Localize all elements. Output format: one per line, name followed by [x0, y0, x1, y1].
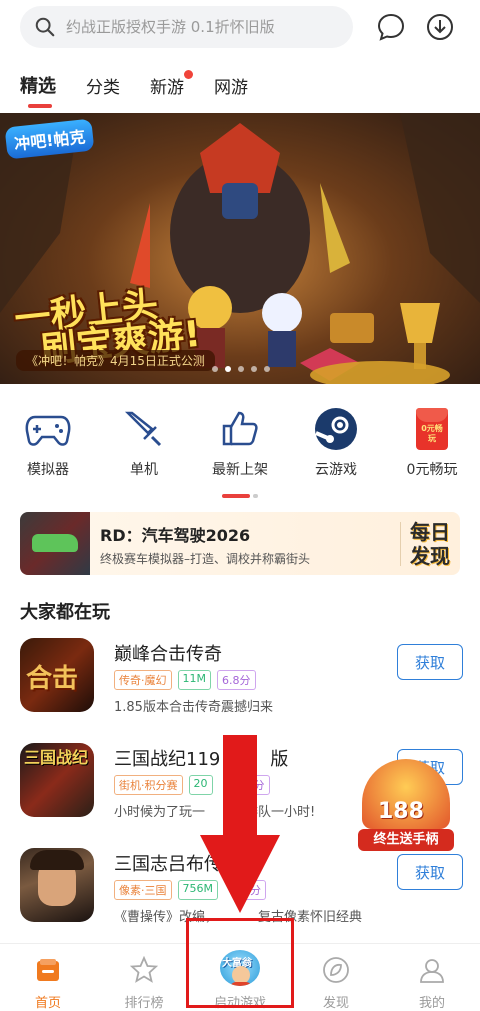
- nav-home[interactable]: 首页: [0, 944, 96, 1011]
- highlight-box-annotation: [186, 918, 294, 1008]
- floating-ad[interactable]: 188 终生送手柄: [358, 755, 454, 851]
- tab-new-games[interactable]: 新游: [150, 70, 193, 98]
- quick-link-label: 0元畅玩: [406, 462, 458, 478]
- nav-profile[interactable]: 我的: [384, 944, 480, 1011]
- red-envelope-icon: 0元畅玩: [416, 408, 448, 450]
- get-button[interactable]: 获取: [397, 854, 463, 890]
- download-icon[interactable]: [425, 12, 455, 42]
- user-icon: [420, 959, 444, 983]
- gamepad-icon: [25, 415, 71, 446]
- quick-link-label: 云游戏: [315, 462, 357, 478]
- nav-label: 首页: [34, 996, 61, 1011]
- tab-category[interactable]: 分类: [86, 73, 120, 98]
- quick-link-single-player[interactable]: 单机: [96, 405, 192, 479]
- daily-discovery-card[interactable]: RD：汽车驾驶2026 终极赛车模拟器–打造、调校并称霸街头 每日 发现: [20, 512, 460, 575]
- section-title: 大家都在玩: [20, 602, 110, 623]
- quick-link-new-releases[interactable]: 最新上架: [192, 405, 288, 479]
- game-name: 巅峰合击传奇: [114, 644, 222, 665]
- star-icon: [130, 956, 158, 983]
- badge-line2: 发现: [410, 544, 450, 568]
- steam-icon: [315, 408, 357, 450]
- tab-label: 分类: [86, 78, 120, 98]
- promo-thumbnail: [20, 512, 90, 575]
- sword-icon: [124, 411, 162, 447]
- quick-link-label: 最新上架: [212, 462, 268, 478]
- quick-link-label: 单机: [130, 462, 158, 478]
- floating-ad-caption: 终生送手柄: [358, 829, 454, 851]
- game-tags: 传奇·魔幻 11M 6.8分: [114, 670, 256, 690]
- game-desc-text: 小时候为了玩一: [114, 805, 206, 820]
- nav-label: 排行榜: [124, 996, 164, 1011]
- banner-date-text: 《冲吧！帕克》4月15日正式公测: [16, 350, 215, 371]
- red-envelope-text: 0元畅玩: [421, 424, 443, 443]
- promo-subtitle: 终极赛车模拟器–打造、调校并称霸街头: [100, 552, 311, 566]
- genre-tag: 传奇·魔幻: [114, 670, 172, 690]
- search-icon: [35, 17, 55, 37]
- game-icon: 三国战纪: [20, 743, 94, 817]
- daily-discovery-badge: 每日 发现: [410, 520, 450, 568]
- game-icon-text: 合击: [26, 664, 79, 694]
- game-list-item[interactable]: 合击 巅峰合击传奇 传奇·魔幻 11M 6.8分 1.85版本合击传奇震撼归来 …: [20, 638, 463, 715]
- game-icon: [20, 848, 94, 922]
- tab-label: 网游: [214, 78, 248, 98]
- new-badge-dot: [184, 70, 193, 79]
- size-tag: 11M: [177, 670, 211, 690]
- thumbs-up-icon: [222, 411, 258, 446]
- genre-tag: 街机·积分赛: [114, 775, 183, 795]
- game-description: 1.85版本合击传奇震撼归来: [114, 700, 273, 715]
- genre-tag: 像素·三国: [114, 880, 172, 900]
- banner-dot: [238, 366, 244, 372]
- banner-dot: [212, 366, 218, 372]
- tab-label: 精选: [20, 76, 56, 97]
- red-arrow-annotation: [200, 735, 280, 913]
- get-button[interactable]: 获取: [397, 644, 463, 680]
- quick-links-indicator: [222, 494, 258, 498]
- game-icon-text: 三国战纪: [24, 748, 89, 767]
- home-icon: [37, 959, 59, 981]
- message-icon[interactable]: [376, 12, 406, 42]
- quick-links: 模拟器 单机 最新上架 云游戏 0元畅玩 0元畅玩: [0, 405, 480, 479]
- quick-link-cloud-gaming[interactable]: 云游戏: [288, 405, 384, 479]
- nav-label: 发现: [322, 996, 349, 1011]
- nav-rankings[interactable]: 排行榜: [96, 944, 192, 1011]
- game-icon: 合击: [20, 638, 94, 712]
- quick-link-label: 模拟器: [27, 462, 69, 478]
- floating-ad-number: 188: [378, 799, 424, 824]
- quick-link-emulator[interactable]: 模拟器: [0, 405, 96, 479]
- search-bar[interactable]: [20, 6, 353, 48]
- tab-featured[interactable]: 精选: [20, 72, 56, 108]
- banner-dot: [264, 366, 270, 372]
- category-tabs: 精选 分类 新游 网游: [20, 70, 278, 108]
- tab-online-games[interactable]: 网游: [214, 73, 248, 98]
- rating-tag: 6.8分: [217, 670, 256, 690]
- badge-line1: 每日: [410, 520, 450, 544]
- tab-label: 新游: [150, 78, 184, 98]
- promo-title: RD：汽车驾驶2026: [100, 526, 251, 545]
- banner-dot-active: [225, 366, 231, 372]
- banner-pagination: [212, 366, 270, 372]
- banner-dot: [251, 366, 257, 372]
- compass-icon: [323, 957, 349, 983]
- search-input[interactable]: [66, 18, 336, 36]
- nav-discover[interactable]: 发现: [288, 944, 384, 1011]
- nav-label: 我的: [418, 996, 445, 1011]
- quick-link-free-play[interactable]: 0元畅玩 0元畅玩: [384, 405, 480, 479]
